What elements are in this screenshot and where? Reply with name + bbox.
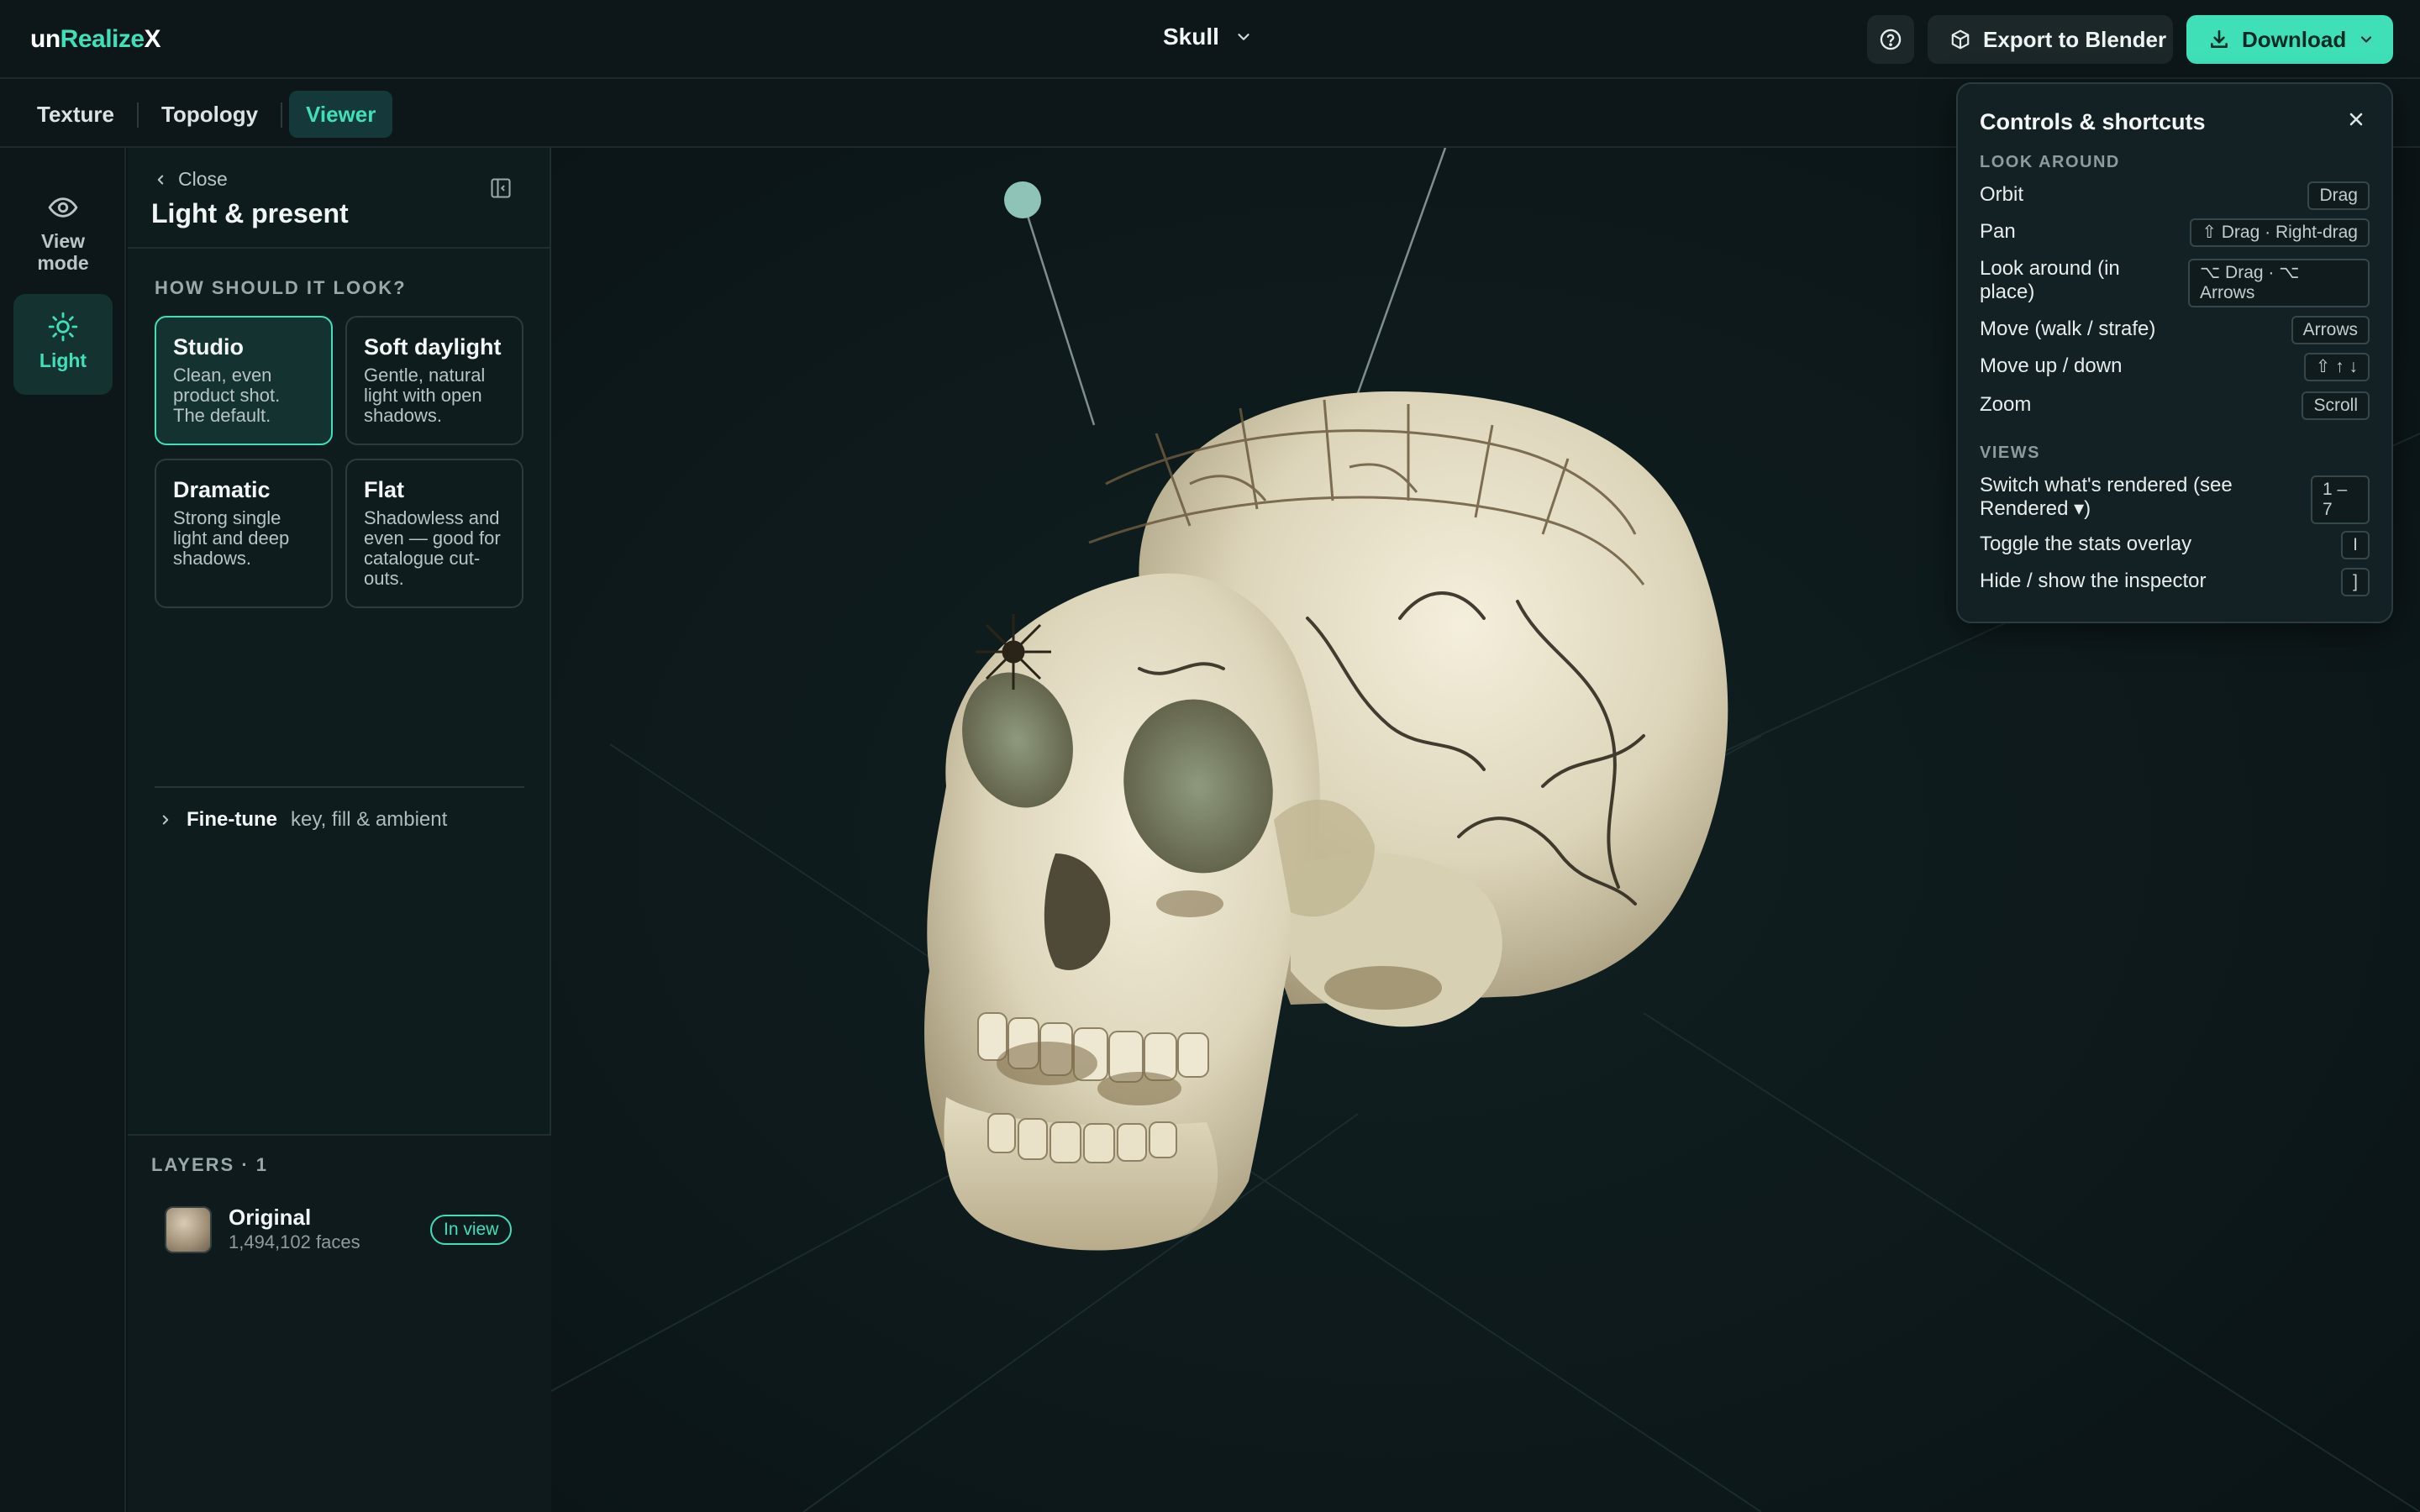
preset-title: Soft daylight xyxy=(364,334,502,360)
rail-item-view-mode[interactable]: View mode xyxy=(13,185,113,286)
fine-tune-toggle[interactable]: Fine-tune key, fill & ambient xyxy=(158,808,447,832)
fine-tune-description: key, fill & ambient xyxy=(291,808,448,831)
project-selector[interactable]: Skull xyxy=(1163,24,1253,50)
close-label: Close xyxy=(178,168,228,190)
preset-dramatic[interactable]: Dramatic Strong single light and deep sh… xyxy=(155,459,333,608)
download-label: Download xyxy=(2242,26,2347,52)
chevron-left-icon xyxy=(157,175,164,184)
close-icon[interactable] xyxy=(2346,109,2366,129)
engraving-sunburst xyxy=(976,614,1051,690)
tab-texture[interactable]: Texture xyxy=(20,91,131,138)
panel-title: Light & present xyxy=(151,198,349,228)
shortcut-label: Move up / down xyxy=(1980,354,2123,377)
layers-label: LAYERS · 1 xyxy=(151,1154,269,1175)
preset-soft-daylight[interactable]: Soft daylight Gentle, natural light with… xyxy=(345,316,523,445)
top-bar: unRealizeX Skull Export to Blender Downl… xyxy=(0,0,2420,79)
collapse-panel-icon[interactable] xyxy=(489,176,513,200)
shortcut-label: Zoom xyxy=(1980,393,2032,416)
layer-thumbnail xyxy=(165,1206,212,1253)
tab-viewer[interactable]: Viewer xyxy=(289,91,393,138)
export-label: Export to Blender xyxy=(1983,26,2167,52)
download-button[interactable]: Download xyxy=(2186,15,2393,64)
preset-description: Clean, even product shot. The default. xyxy=(173,365,281,426)
section-look-around: LOOK AROUND xyxy=(1980,153,2120,171)
shortcut-key: 1 – 7 xyxy=(2311,475,2370,524)
panel-header: Close Light & present xyxy=(128,148,551,249)
layer-name: Original xyxy=(229,1205,312,1230)
in-view-badge: In view xyxy=(430,1215,513,1245)
sun-icon xyxy=(48,312,78,342)
logo-part-x: X xyxy=(144,25,161,53)
app-logo[interactable]: unRealizeX xyxy=(30,25,161,54)
preset-title: Flat xyxy=(364,477,405,502)
left-rail: View mode Light xyxy=(0,148,126,1512)
shortcut-label: Look around (in place) xyxy=(1980,257,2120,303)
light-panel: Close Light & present HOW SHOULD IT LOOK… xyxy=(128,148,551,1512)
export-to-blender-button[interactable]: Export to Blender xyxy=(1928,15,2173,64)
shortcut-label: Pan xyxy=(1980,220,2016,243)
preset-description: Gentle, natural light with open shadows. xyxy=(364,365,486,426)
light-handle[interactable] xyxy=(1004,181,1041,218)
chevron-down-icon xyxy=(2361,36,2372,43)
logo-part-realize: Realize xyxy=(60,25,145,53)
shortcut-key: I xyxy=(2341,531,2370,559)
chevron-right-icon xyxy=(162,815,169,825)
tab-divider xyxy=(137,102,139,128)
close-panel-link[interactable]: Close xyxy=(153,168,228,191)
preset-description: Shadowless and even — good for catalogue… xyxy=(364,507,501,589)
preset-description: Strong single light and deep shadows. xyxy=(173,507,290,569)
shortcut-key: Arrows xyxy=(2291,316,2370,344)
rail-item-light[interactable]: Light xyxy=(13,294,113,395)
rail-item-label: View mode xyxy=(37,230,89,275)
controls-popover: Controls & shortcuts LOOK AROUND Orbit D… xyxy=(1956,82,2393,623)
shortcut-key: ⇧ Drag · Right-drag xyxy=(2190,218,2370,247)
panel-divider xyxy=(155,786,524,788)
tab-divider xyxy=(281,102,282,128)
shortcut-label: Switch what's rendered (see Rendered ▾) xyxy=(1980,474,2233,520)
logo-part-un: un xyxy=(30,25,60,53)
chevron-down-icon xyxy=(1238,34,1249,40)
layer-face-count: 1,494,102 faces xyxy=(229,1231,360,1252)
tab-topology[interactable]: Topology xyxy=(145,91,275,138)
help-button[interactable] xyxy=(1867,15,1914,64)
shortcut-key: Scroll xyxy=(2302,391,2370,420)
popover-title: Controls & shortcuts xyxy=(1980,109,2206,134)
section-views: VIEWS xyxy=(1980,444,2040,462)
preset-flat[interactable]: Flat Shadowless and even — good for cata… xyxy=(345,459,523,608)
help-icon xyxy=(1880,29,1902,50)
shortcut-label: Move (walk / strafe) xyxy=(1980,318,2156,340)
shortcut-key: Drag xyxy=(2307,181,2370,210)
shortcut-key: ] xyxy=(2341,568,2370,596)
section-label: HOW SHOULD IT LOOK? xyxy=(155,277,407,298)
download-icon xyxy=(2211,29,2228,48)
shortcut-label: Orbit xyxy=(1980,183,2024,206)
preset-title: Dramatic xyxy=(173,477,271,502)
layers-section: LAYERS · 1 Original 1,494,102 faces In v… xyxy=(128,1134,551,1512)
preset-title: Studio xyxy=(173,334,244,360)
fine-tune-title: Fine-tune xyxy=(187,808,277,831)
preset-studio[interactable]: Studio Clean, even product shot. The def… xyxy=(155,316,333,445)
eye-icon xyxy=(48,197,78,218)
cube-icon xyxy=(1951,29,1970,50)
project-name: Skull xyxy=(1163,24,1219,50)
shortcut-key: ⌥ Drag · ⌥ Arrows xyxy=(2188,259,2370,307)
shortcut-key: ⇧ ↑ ↓ xyxy=(2303,353,2370,381)
shortcut-label: Toggle the stats overlay xyxy=(1980,533,2192,555)
shortcut-label: Hide / show the inspector xyxy=(1980,570,2207,592)
rail-item-label: Light xyxy=(39,349,87,371)
